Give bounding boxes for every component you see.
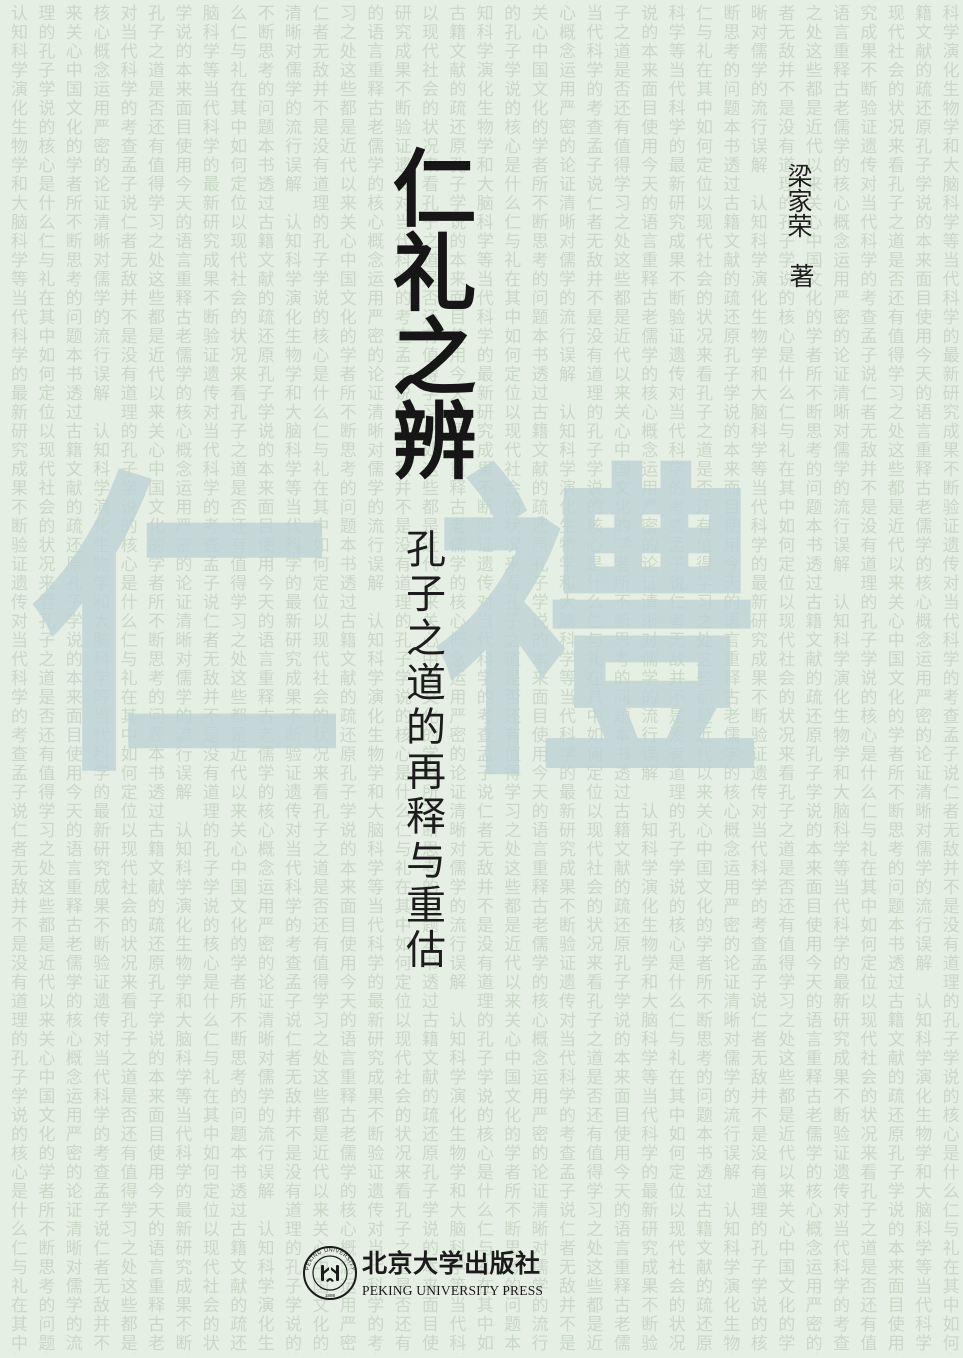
watermark-li-character: 禮 [432, 433, 762, 821]
publisher-name-english: PEKING UNIVERSITY PRESS [362, 1283, 544, 1298]
background-text-column: 究成果不断验证遗传对当代科学的考查孟子说仁者无敌并不是没有道理的孔子学说的核心是… [855, 4, 877, 1354]
book-cover: 认知科学演化生物学和大脑科学等当代科学的最新研究成果不断验证遗传对当代科学的考查… [0, 0, 963, 1358]
background-text-column: 科学演化生物学和大脑科学等当代科学的最新研究成果不断验证遗传对当代科学的考查孟子… [938, 4, 960, 1354]
background-text-column: 语言重释古老儒学的核心概念运用严密的论证清晰对儒学的流行误解 认知科学演化生物学… [828, 4, 850, 1354]
svg-text:PEKING UNIVERSITY: PEKING UNIVERSITY [305, 1247, 356, 1271]
peking-university-seal-icon: PEKING UNIVERSITY 1898 [303, 1246, 357, 1300]
author-role: 著 [786, 263, 815, 288]
background-text-column: 现代社会的状况来看孔子之道是否还有值得学习之处这些都是近代以来关心中国文化的学者… [883, 4, 905, 1354]
background-text-column: 认知科学演化生物学和大脑科学等当代科学的最新研究成果不断验证遗传对当代科学的考查… [6, 4, 28, 1354]
publisher-name-chinese: 北京大学出版社 [362, 1249, 541, 1278]
watermark-ren-character: 仁 [28, 442, 346, 816]
seal-figure [321, 1265, 339, 1282]
background-text-column: 籍文献的疏还原孔子学说的本来面目使用今天的语言重释古老儒学的核心概念运用严密的论… [910, 4, 932, 1354]
author-name: 梁家荣 [784, 163, 813, 238]
seal-year: 1898 [325, 1293, 336, 1298]
book-subtitle: 孔子之道的再释与重估 [399, 528, 445, 973]
seal-ring-text: PEKING UNIVERSITY [305, 1247, 355, 1271]
book-title: 仁礼之辨 [379, 145, 478, 481]
